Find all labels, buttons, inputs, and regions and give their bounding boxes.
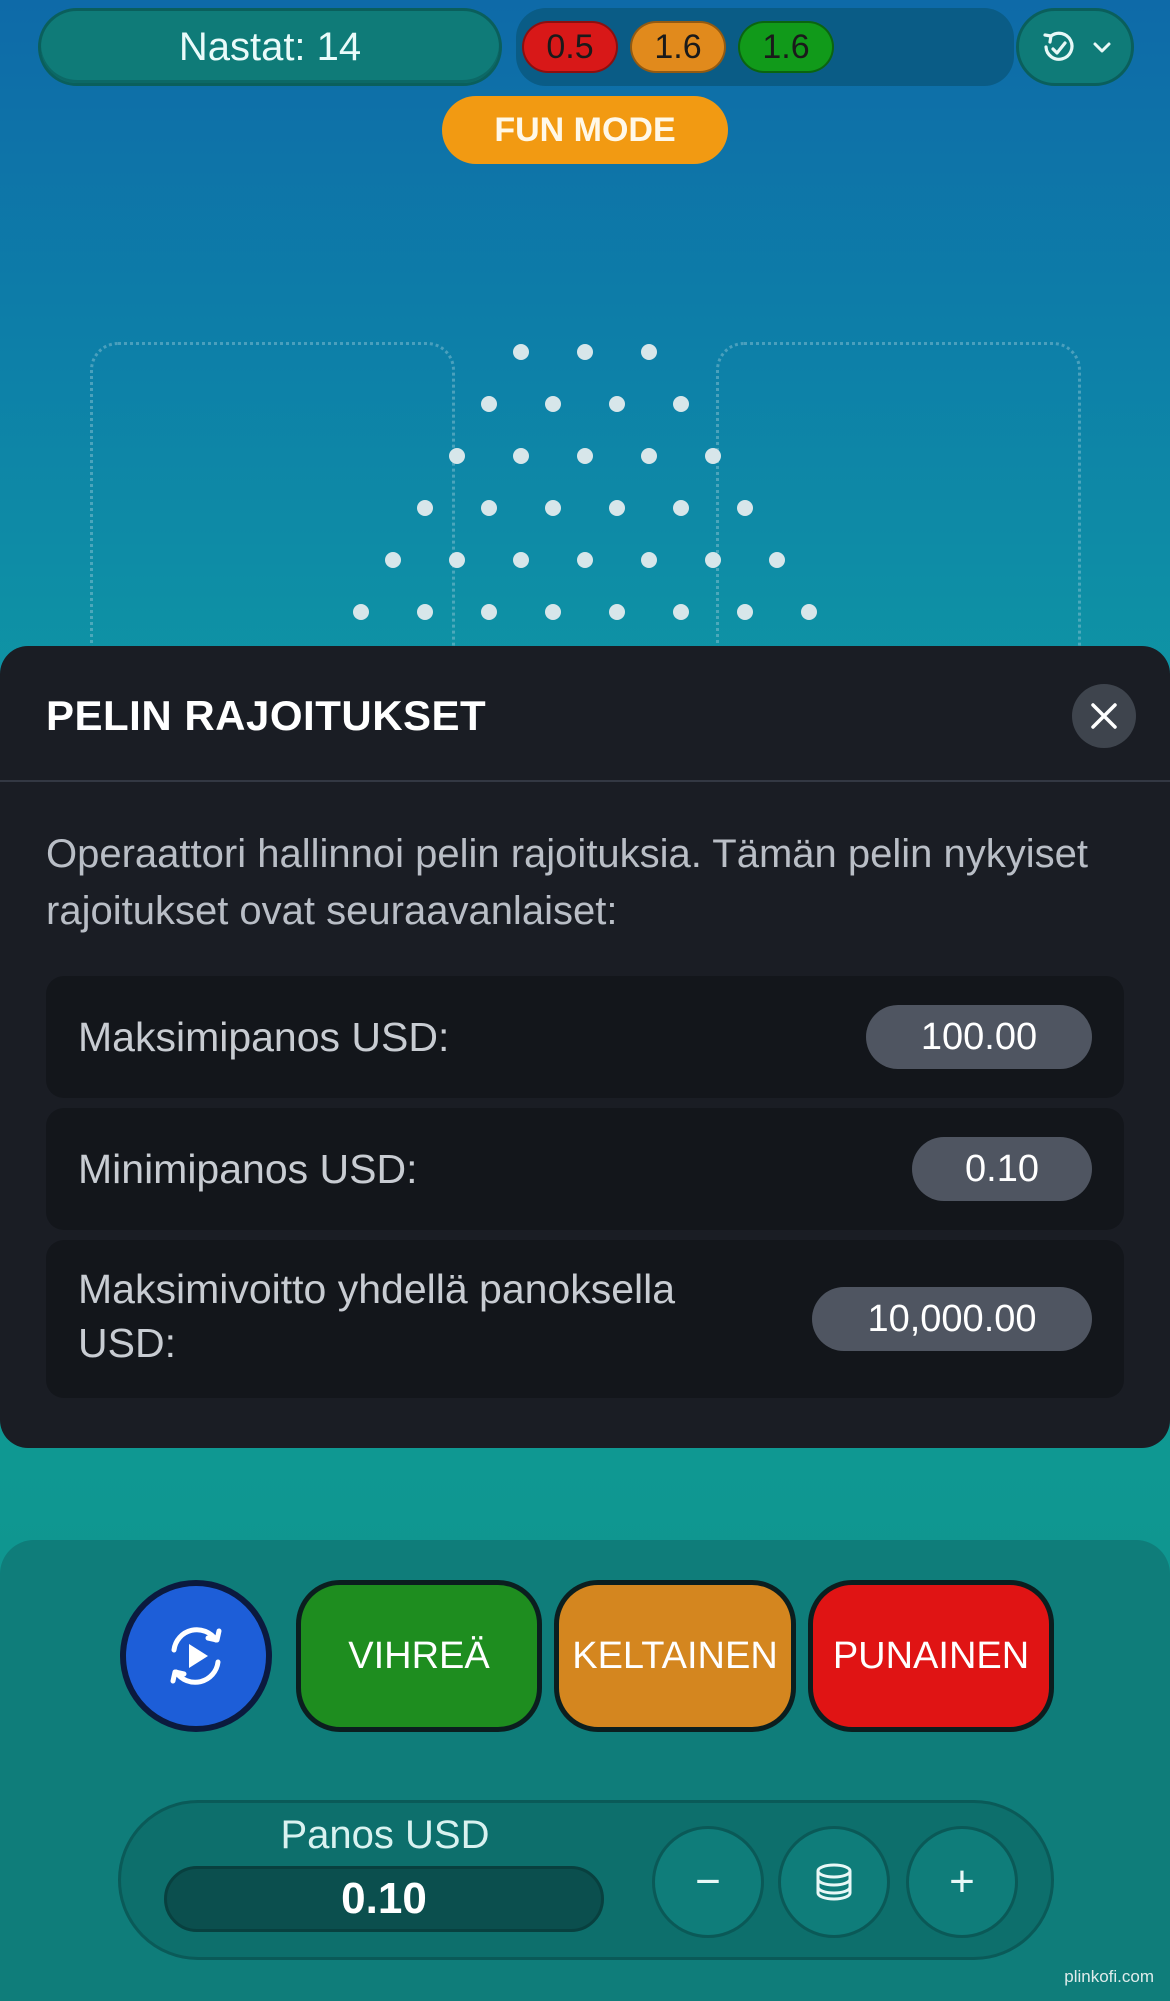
multiplier-chip-red: 0.5 bbox=[522, 21, 618, 73]
plinko-peg bbox=[673, 500, 689, 516]
minus-icon: − bbox=[695, 1857, 721, 1906]
limit-row-min-bet: Minimipanos USD: 0.10 bbox=[46, 1108, 1124, 1230]
plinko-peg bbox=[641, 448, 657, 464]
close-button[interactable] bbox=[1072, 684, 1136, 748]
multiplier-value: 1.6 bbox=[762, 27, 810, 66]
limit-label: Minimipanos USD: bbox=[78, 1146, 418, 1192]
history-icon bbox=[1043, 31, 1074, 61]
plinko-peg bbox=[545, 604, 561, 620]
limit-label: Maksimivoitto yhdellä panoksella USD: bbox=[78, 1266, 676, 1366]
limit-value: 0.10 bbox=[912, 1137, 1092, 1201]
close-icon bbox=[1091, 703, 1117, 729]
increase-bet-button[interactable]: + bbox=[906, 1826, 1018, 1938]
plinko-peg bbox=[673, 396, 689, 412]
plinko-peg bbox=[513, 344, 529, 360]
limit-value: 10,000.00 bbox=[812, 1287, 1092, 1351]
bet-chips-button[interactable] bbox=[778, 1826, 890, 1938]
plinko-peg bbox=[609, 500, 625, 516]
green-button[interactable]: VIHREÄ bbox=[296, 1580, 542, 1732]
bet-label: Panos USD bbox=[280, 1813, 490, 1857]
modal-title: PELIN RAJOITUKSET bbox=[46, 692, 487, 739]
plinko-board bbox=[0, 330, 1170, 660]
chevron-down-icon bbox=[1093, 42, 1111, 53]
plinko-peg bbox=[417, 604, 433, 620]
plinko-peg bbox=[641, 344, 657, 360]
red-button[interactable]: PUNAINEN bbox=[808, 1580, 1054, 1732]
autoplay-icon bbox=[170, 1627, 222, 1685]
autoplay-button[interactable] bbox=[120, 1580, 272, 1732]
history-dropdown-button[interactable] bbox=[1016, 8, 1134, 86]
yellow-button-label: KELTAINEN bbox=[572, 1634, 778, 1677]
multiplier-chip-green: 1.6 bbox=[738, 21, 834, 73]
watermark: plinkofi.com bbox=[1064, 1967, 1154, 1986]
plinko-peg bbox=[449, 448, 465, 464]
plinko-peg bbox=[513, 552, 529, 568]
pins-count-display[interactable]: Nastat: 14 bbox=[38, 8, 502, 86]
plinko-peg bbox=[481, 604, 497, 620]
plinko-peg bbox=[705, 552, 721, 568]
plinko-peg bbox=[577, 552, 593, 568]
plinko-peg bbox=[545, 396, 561, 412]
fun-mode-badge: FUN MODE bbox=[442, 96, 728, 164]
red-button-label: PUNAINEN bbox=[832, 1634, 1030, 1677]
plinko-peg bbox=[545, 500, 561, 516]
multiplier-history-bar: 0.5 1.6 1.6 bbox=[516, 8, 1014, 86]
plinko-peg bbox=[801, 604, 817, 620]
bet-amount-value: 0.10 bbox=[341, 1874, 427, 1923]
coins-stack-icon bbox=[816, 1863, 852, 1901]
plinko-peg bbox=[417, 500, 433, 516]
bet-amount-input[interactable]: 0.10 bbox=[164, 1866, 604, 1932]
plinko-peg bbox=[481, 396, 497, 412]
limit-row-max-win: Maksimivoitto yhdellä panoksella USD: 10… bbox=[46, 1240, 1124, 1398]
plinko-peg bbox=[353, 604, 369, 620]
plinko-peg bbox=[609, 604, 625, 620]
limit-row-max-bet: Maksimipanos USD: 100.00 bbox=[46, 976, 1124, 1098]
plinko-peg bbox=[577, 344, 593, 360]
plinko-peg bbox=[449, 552, 465, 568]
yellow-button[interactable]: KELTAINEN bbox=[554, 1580, 796, 1732]
plinko-peg bbox=[385, 552, 401, 568]
plinko-peg bbox=[769, 552, 785, 568]
plinko-peg bbox=[737, 500, 753, 516]
plinko-peg bbox=[641, 552, 657, 568]
modal-divider bbox=[0, 780, 1170, 782]
plinko-peg bbox=[513, 448, 529, 464]
plinko-peg bbox=[673, 604, 689, 620]
green-button-label: VIHREÄ bbox=[348, 1634, 490, 1677]
plus-icon: + bbox=[949, 1857, 975, 1906]
multiplier-value: 0.5 bbox=[546, 27, 594, 66]
plinko-peg bbox=[609, 396, 625, 412]
limit-value: 100.00 bbox=[866, 1005, 1092, 1069]
fun-mode-label: FUN MODE bbox=[494, 110, 676, 149]
modal-description: Operaattori hallinnoi pelin rajoituksia.… bbox=[46, 832, 1089, 933]
plinko-peg bbox=[577, 448, 593, 464]
multiplier-value: 1.6 bbox=[654, 27, 702, 66]
multiplier-chip-yellow: 1.6 bbox=[630, 21, 726, 73]
decrease-bet-button[interactable]: − bbox=[652, 1826, 764, 1938]
game-limits-modal: PELIN RAJOITUKSET Operaattori hallinnoi … bbox=[0, 646, 1170, 1448]
plinko-peg bbox=[481, 500, 497, 516]
limit-label: Maksimipanos USD: bbox=[78, 1014, 450, 1060]
plinko-peg bbox=[705, 448, 721, 464]
pins-count-label: Nastat: 14 bbox=[178, 24, 362, 69]
plinko-peg bbox=[737, 604, 753, 620]
